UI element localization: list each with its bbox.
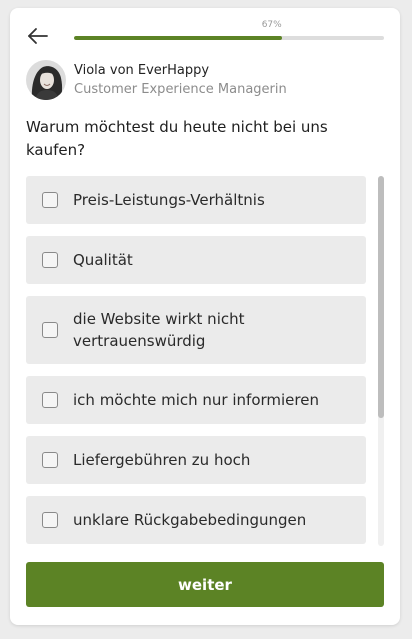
progress-fill xyxy=(74,36,282,40)
option-label: ich möchte mich nur informieren xyxy=(73,391,319,409)
option-label: die Website wirkt nicht vertrauenswürdig xyxy=(73,310,245,350)
option-website-untrustworthy[interactable]: die Website wirkt nicht vertrauenswürdig xyxy=(26,296,366,364)
agent-role: Customer Experience Managerin xyxy=(74,82,287,97)
checkbox[interactable] xyxy=(42,322,58,338)
checkbox[interactable] xyxy=(42,252,58,268)
option-just-browsing[interactable]: ich möchte mich nur informieren xyxy=(26,376,366,424)
avatar xyxy=(26,60,66,100)
checkbox[interactable] xyxy=(42,392,58,408)
back-button[interactable] xyxy=(26,24,50,48)
option-label: Preis-Leistungs-Verhältnis xyxy=(73,191,265,209)
option-price-performance[interactable]: Preis-Leistungs-Verhältnis xyxy=(26,176,366,224)
options-list: Preis-Leistungs-Verhältnis Qualität die … xyxy=(26,176,366,546)
scrollbar[interactable] xyxy=(378,176,384,546)
question-text: Warum möchtest du heute nicht bei uns ka… xyxy=(26,118,328,159)
checkbox[interactable] xyxy=(42,452,58,468)
option-label: Qualität xyxy=(73,251,133,269)
arrow-left-icon xyxy=(28,28,48,44)
continue-button[interactable]: weiter xyxy=(26,562,384,607)
option-quality[interactable]: Qualität xyxy=(26,236,366,284)
scrollbar-thumb[interactable] xyxy=(378,176,384,418)
checkbox[interactable] xyxy=(42,192,58,208)
option-delivery-fees[interactable]: Liefergebühren zu hoch xyxy=(26,436,366,484)
progress-label: 67% xyxy=(261,20,282,30)
option-label: Liefergebühren zu hoch xyxy=(73,451,251,469)
checkbox[interactable] xyxy=(42,512,58,528)
option-return-policy[interactable]: unklare Rückgabebedingungen xyxy=(26,496,366,544)
option-label: unklare Rückgabebedingungen xyxy=(73,511,307,529)
survey-card: 67% Viola von EverHappy Customer Experie… xyxy=(10,8,400,625)
progress-indicator: 67% xyxy=(74,18,384,44)
agent-name: Viola von EverHappy xyxy=(74,63,210,78)
progress-track xyxy=(74,36,384,40)
agent-info: Viola von EverHappy Customer Experience … xyxy=(26,60,366,104)
